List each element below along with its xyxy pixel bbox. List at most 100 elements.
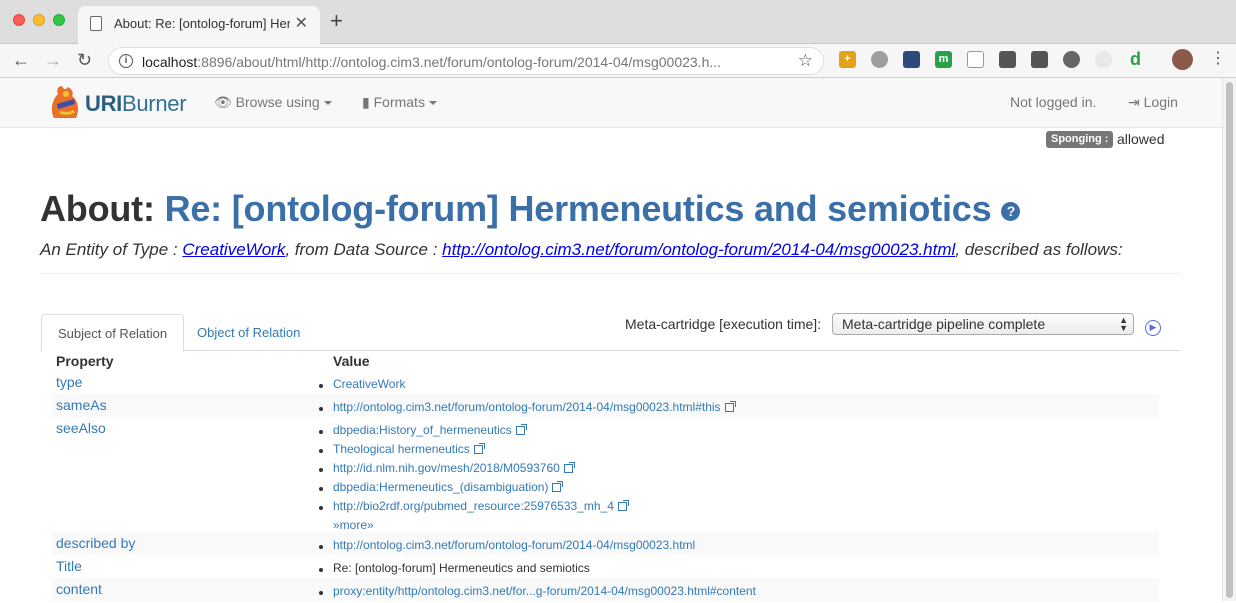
play-icon[interactable]: ▶ [1145,320,1161,336]
zoom-window-button[interactable] [53,14,65,26]
uriburner-logo[interactable] [48,84,82,120]
column-header-value: Value [333,353,370,369]
tab-subject-of-relation[interactable]: Subject of Relation [41,314,185,352]
chevron-down-icon [428,101,437,106]
forward-arrow-icon[interactable]: → [44,49,62,71]
bulb-extension-icon[interactable] [1095,51,1112,68]
column-header-property: Property [56,353,114,369]
table-row: described by http://ontolog.cim3.net/foru… [52,532,1159,555]
property-name[interactable]: type [56,374,82,390]
help-icon[interactable]: ? [1001,201,1021,221]
external-link-icon[interactable] [552,481,564,492]
property-name[interactable]: seeAlso [56,420,106,436]
external-link-icon[interactable] [563,462,575,473]
table-row: content proxy:entity/http/ontolog.cim3.ne… [52,578,1159,601]
browser-toolbar: ← → ↻ i localhost:8896/about/html/http:/… [0,44,1236,78]
close-window-button[interactable] [13,14,25,26]
metacartridge-select[interactable]: Meta-cartridge pipeline complete ▲ ▼ [832,313,1134,335]
property-value[interactable]: proxy:entity/http/ontolog.cim3.net/for..… [319,584,1159,603]
subject-title: Re: [ontolog-forum] Hermeneutics and sem… [164,188,992,229]
entity-description: An Entity of Type : CreativeWork, from D… [40,240,1123,259]
menu-kebab-icon[interactable]: ⋮ [1210,48,1226,70]
minimize-window-button[interactable] [33,14,45,26]
eye-icon: 👁 [214,94,232,110]
rss-extension-icon[interactable]: + [839,51,856,68]
login-link[interactable]: ⇥ Login [1128,94,1178,111]
browser-tabstrip: About: Re: [ontolog-forum] Her ✕ + [0,0,1236,44]
sponging-badge: Sponging : [1046,131,1114,148]
reload-icon[interactable]: ↻ [77,49,92,71]
property-values: dbpedia:History_of_hermeneutics Theologic… [52,417,1159,534]
divider [40,273,1181,274]
back-arrow-icon[interactable]: ← [12,49,30,71]
md-extension-icon[interactable]: m [935,51,952,68]
bullet-icon [319,468,323,472]
property-value[interactable]: dbpedia:History_of_hermeneutics [319,423,1159,442]
info-icon[interactable]: i [119,54,133,68]
property-values: CreativeWork [52,371,1159,396]
url-text[interactable]: localhost:8896/about/html/http://ontolog… [142,54,782,70]
external-link-icon[interactable] [724,401,736,412]
bullet-icon [319,591,323,595]
graph-extension-icon[interactable] [903,51,920,68]
formats-dropdown[interactable]: ▮ Formats [362,94,437,111]
pocket-extension-icon[interactable] [1031,51,1048,68]
property-value[interactable]: Theological hermeneutics [319,442,1159,461]
property-name[interactable]: described by [56,535,135,551]
avatar[interactable] [1172,49,1193,70]
page-scrollbar[interactable] [1222,78,1236,601]
sponging-value: allowed [1117,131,1165,147]
page-title: About: Re: [ontolog-forum] Hermeneutics … [40,188,1021,230]
bullet-icon [319,487,323,491]
property-values: http://ontolog.cim3.net/forum/ontolog-fo… [52,532,1159,557]
tab-title: About: Re: [ontolog-forum] Her [114,16,290,31]
bullet-icon [319,407,323,411]
browse-using-dropdown[interactable]: 👁 Browse using [214,94,332,111]
data-source-link[interactable]: http://ontolog.cim3.net/forum/ontolog-fo… [442,240,955,259]
property-name[interactable]: content [56,581,102,597]
scrollbar-thumb[interactable] [1226,82,1233,598]
mascot-extension-icon[interactable] [1063,51,1080,68]
table-row: Title Re: [ontolog-forum] Hermeneutics an… [52,555,1159,578]
property-value[interactable]: dbpedia:Hermeneutics_(disambiguation) [319,480,1159,499]
properties-table: Property Value type CreativeWork sameAs htt… [52,351,1159,601]
table-row: type CreativeWork [52,371,1159,394]
bullet-icon [319,430,323,434]
browser-tab[interactable]: About: Re: [ontolog-forum] Her ✕ [78,6,320,44]
bullet-icon [319,449,323,453]
type-link[interactable]: CreativeWork [182,240,285,259]
property-name[interactable]: Title [56,558,82,574]
table-header: Property Value [52,351,1159,371]
external-link-icon[interactable] [515,424,527,435]
cloud-extension-icon[interactable] [871,51,888,68]
external-link-icon[interactable] [617,500,629,511]
metacartridge-label: Meta-cartridge [execution time]: [625,316,822,332]
property-value[interactable]: http://id.nlm.nih.gov/mesh/2018/M0593760 [319,461,1159,480]
site-navbar: URIBurner 👁 Browse using ▮ Formats Not l… [0,78,1222,128]
bullet-icon [319,506,323,510]
address-bar[interactable]: i localhost:8896/about/html/http://ontol… [108,47,824,75]
new-tab-icon[interactable]: + [330,10,343,32]
close-icon[interactable]: ✕ [295,13,308,33]
property-values: http://ontolog.cim3.net/forum/ontolog-fo… [52,394,1159,419]
file-icon: ▮ [362,94,370,110]
login-status: Not logged in. [1010,94,1097,110]
external-link-icon[interactable] [473,443,485,454]
bookmark-star-icon[interactable]: ☆ [798,51,813,71]
tab-object-of-relation[interactable]: Object of Relation [181,314,316,351]
brand-name[interactable]: URIBurner [85,91,187,117]
property-values: Re: [ontolog-forum] Hermeneutics and sem… [52,555,1159,580]
bullet-icon [319,568,323,572]
sign-in-icon: ⇥ [1128,94,1140,110]
calendar-extension-icon[interactable] [967,51,984,68]
chevron-down-icon [323,101,332,106]
property-value[interactable]: http://bio2rdf.org/pubmed_resource:25976… [319,499,1159,518]
table-row: seeAlso dbpedia:History_of_hermeneutics Th… [52,417,1159,532]
d-extension-icon[interactable]: d [1127,50,1144,68]
property-name[interactable]: sameAs [56,397,107,413]
bullet-icon [319,384,323,388]
table-row: sameAs http://ontolog.cim3.net/forum/onto… [52,394,1159,417]
page-icon [90,16,102,31]
lock-extension-icon[interactable] [999,51,1016,68]
bullet-icon [319,545,323,549]
